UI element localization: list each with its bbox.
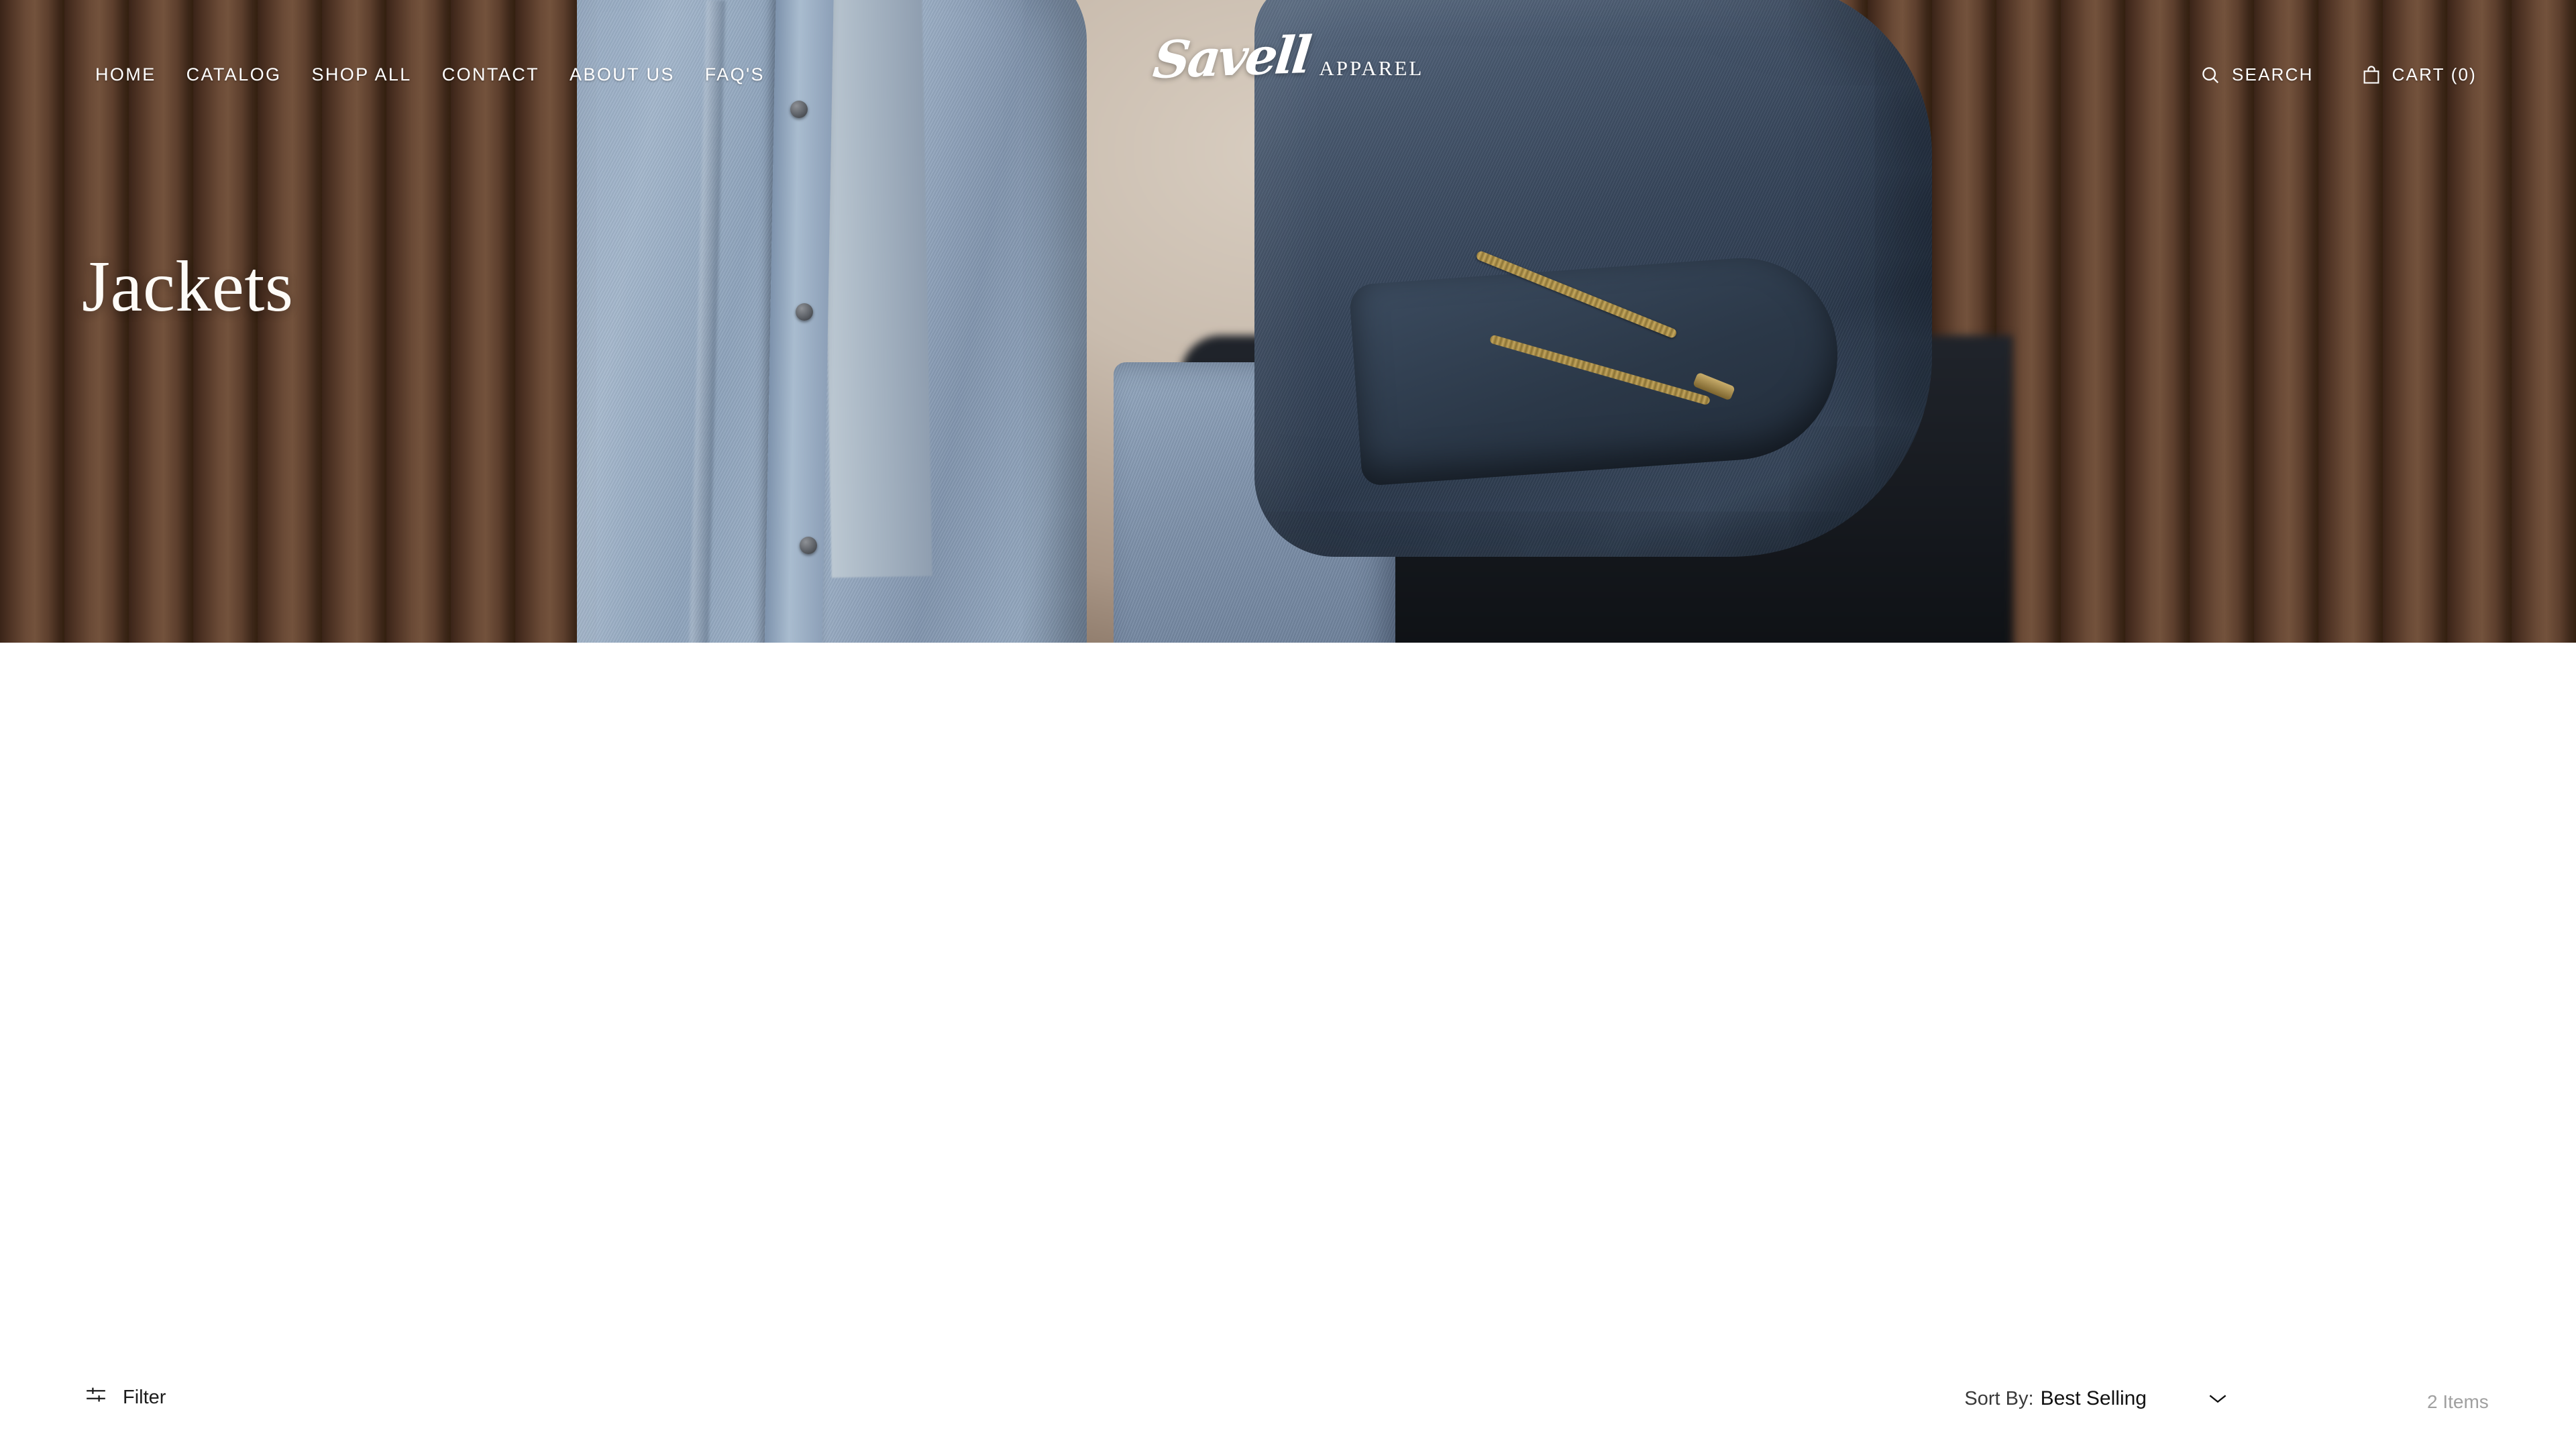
item-count: 2 Items xyxy=(2427,1391,2489,1412)
hero-banner: Jackets HOME CATALOG SHOP ALL CONTACT AB… xyxy=(0,0,2576,643)
nav-contact[interactable]: CONTACT xyxy=(442,64,539,85)
nav-about-us[interactable]: ABOUT US xyxy=(570,64,675,85)
nav-shop-all[interactable]: SHOP ALL xyxy=(311,64,411,85)
collection-toolbar xyxy=(0,1320,2576,1449)
sort-selected-value: Best Selling xyxy=(2040,1387,2147,1409)
sort-dropdown[interactable]: Sort By: Best Selling xyxy=(1964,1387,2227,1410)
filter-label: Filter xyxy=(123,1386,166,1408)
filter-button[interactable]: Filter xyxy=(86,1386,166,1409)
cart-button[interactable]: CART (0) xyxy=(2362,64,2477,85)
shopping-bag-icon xyxy=(2362,65,2381,85)
site-logo[interactable]: Savell Apparel xyxy=(1150,25,1424,90)
jacket-snap-button xyxy=(800,537,817,554)
nav-faqs[interactable]: FAQ'S xyxy=(705,64,765,85)
filter-sliders-icon xyxy=(86,1386,106,1409)
nav-catalog[interactable]: CATALOG xyxy=(186,64,282,85)
logo-serif-word: Apparel xyxy=(1319,49,1424,82)
search-icon xyxy=(2200,65,2220,85)
primary-navigation: HOME CATALOG SHOP ALL CONTACT ABOUT US F… xyxy=(95,64,765,85)
page-title: Jackets xyxy=(82,247,294,327)
chevron-down-icon[interactable] xyxy=(2208,1393,2227,1405)
header-actions: SEARCH CART (0) xyxy=(2200,64,2477,85)
search-button[interactable]: SEARCH xyxy=(2200,64,2314,85)
cart-label: CART (0) xyxy=(2392,64,2477,85)
logo-script-word: Savell xyxy=(1150,25,1312,90)
search-label: SEARCH xyxy=(2232,64,2314,85)
nav-home[interactable]: HOME xyxy=(95,64,156,85)
site-header: HOME CATALOG SHOP ALL CONTACT ABOUT US F… xyxy=(0,0,2576,153)
sort-label: Sort By: xyxy=(1964,1387,2034,1409)
jacket-snap-button xyxy=(796,303,813,321)
